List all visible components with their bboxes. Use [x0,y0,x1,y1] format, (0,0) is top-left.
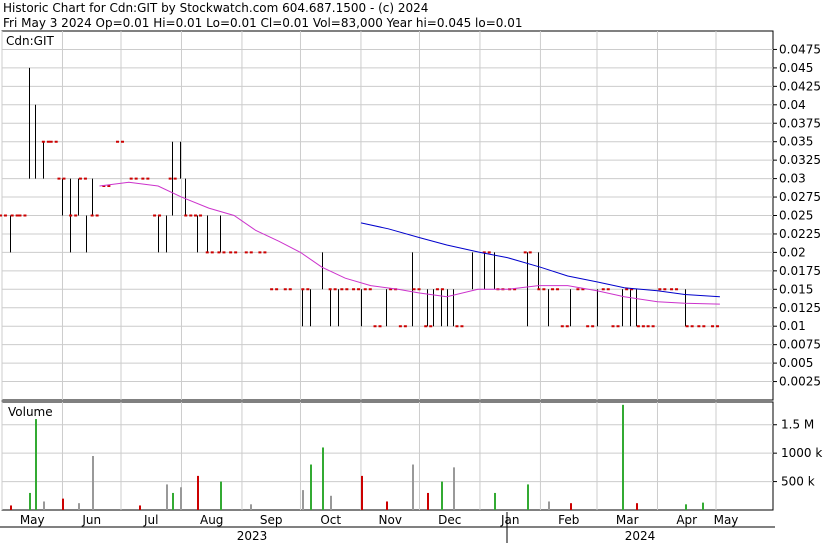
volume-bar [10,505,12,510]
y-tick-label: 0.0125 [779,301,821,315]
chart-header-line2: Fri May 3 2024 Op=0.01 Hi=0.01 Lo=0.01 C… [3,16,522,30]
volume-bar [453,467,455,510]
y-tick-label: 0.045 [779,61,813,75]
volume-bar [330,495,332,510]
y-tick-label: 0.035 [779,135,813,149]
month-label: Jun [81,513,101,527]
volume-tick-label: 1.5 M [781,418,814,432]
volume-bar [139,505,141,510]
volume-bar [302,490,304,510]
month-label: May [714,513,739,527]
volume-bar [494,492,496,510]
month-label: Nov [379,513,402,527]
y-tick-label: 0.0025 [779,375,821,389]
y-tick-label: 0.04 [779,98,806,112]
volume-bar [250,504,252,510]
month-label: Jan [500,513,520,527]
volume-bar [636,503,638,510]
y-tick-label: 0.0175 [779,264,821,278]
volume-bar [310,464,312,510]
y-tick-label: 0.0475 [779,42,821,56]
volume-bar [62,498,64,510]
month-label: Mar [616,513,639,527]
volume-bar [43,501,45,510]
volume-bar [92,456,94,510]
month-label: May [20,513,45,527]
stock-chart: Historic Chart for Cdn:GIT by Stockwatch… [0,0,830,543]
y-tick-label: 0.0275 [779,190,821,204]
month-label: Apr [676,513,697,527]
volume-bar [29,492,31,510]
volume-bar [322,447,324,510]
volume-bar [548,501,550,510]
volume-bar [197,475,199,510]
y-tick-label: 0.0325 [779,153,821,167]
volume-bar [166,484,168,510]
volume-bar [361,475,363,510]
month-label: Jul [143,513,158,527]
y-tick-label: 0.0075 [779,338,821,352]
chart-canvas: Historic Chart for Cdn:GIT by Stockwatch… [0,0,830,543]
month-label: Oct [320,513,341,527]
y-tick-label: 0.0425 [779,79,821,93]
volume-bar [386,501,388,510]
month-label: Sep [260,513,283,527]
month-label: Aug [200,513,223,527]
volume-bar [78,503,80,510]
month-label: Dec [438,513,461,527]
volume-bar [527,484,529,510]
volume-bar [220,481,222,510]
chart-header-line1: Historic Chart for Cdn:GIT by Stockwatch… [3,1,428,15]
price-panel-title: Cdn:GIT [6,34,54,48]
year-label-2023: 2023 [237,529,268,543]
y-tick-label: 0.03 [779,172,806,186]
y-tick-label: 0.0225 [779,227,821,241]
volume-panel-title: Volume [8,405,53,419]
volume-bar [622,404,624,510]
y-tick-label: 0.02 [779,245,806,259]
volume-tick-label: 1000 k [781,446,822,460]
volume-bar [172,492,174,510]
year-label-2024: 2024 [625,529,656,543]
volume-bar [441,481,443,510]
volume-bar [412,464,414,510]
volume-tick-label: 500 k [781,475,815,489]
y-tick-label: 0.005 [779,356,813,370]
volume-bar [685,504,687,510]
month-label: Feb [558,513,579,527]
volume-bar [570,503,572,510]
volume-bar [702,502,704,510]
volume-bar [35,419,37,510]
y-tick-label: 0.01 [779,319,806,333]
volume-bar [180,487,182,510]
volume-bar [427,492,429,510]
y-tick-label: 0.0375 [779,116,821,130]
y-tick-label: 0.015 [779,282,813,296]
y-tick-label: 0.025 [779,209,813,223]
